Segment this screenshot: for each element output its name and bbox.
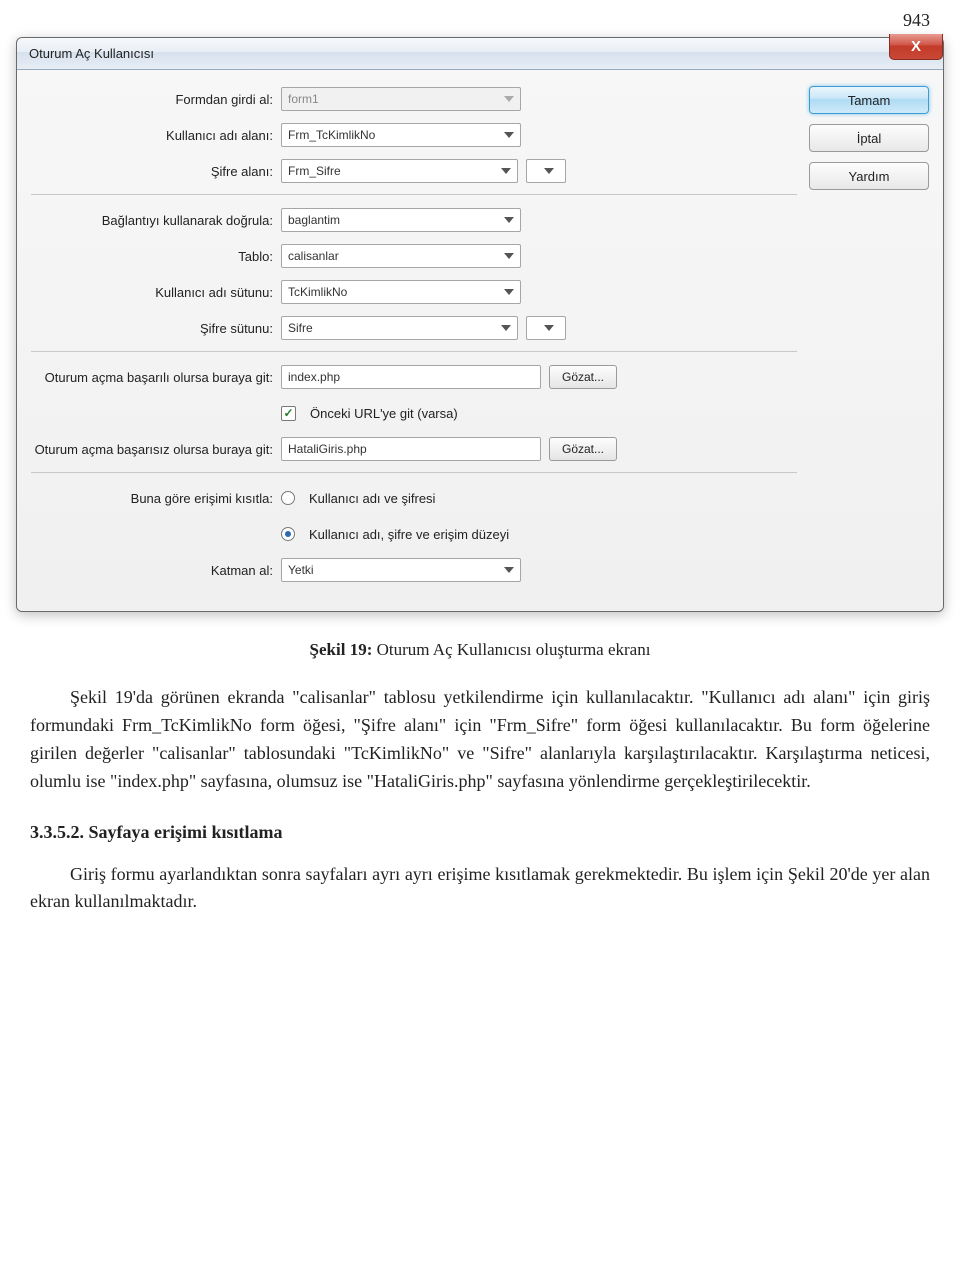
separator [31, 351, 797, 352]
pass-field-select[interactable]: Frm_Sifre [281, 159, 518, 183]
close-button[interactable]: X [889, 34, 943, 60]
caption-prefix: Şekil 19: [310, 640, 373, 659]
chevron-down-icon [544, 168, 554, 174]
chevron-down-icon [504, 96, 514, 102]
chevron-down-icon [544, 325, 554, 331]
success-url-input[interactable]: index.php [281, 365, 541, 389]
success-url-value: index.php [288, 370, 340, 384]
login-user-dialog: Oturum Aç Kullanıcısı X Formdan girdi al… [16, 37, 944, 612]
chevron-down-icon [501, 325, 511, 331]
fail-url-input[interactable]: HataliGiris.php [281, 437, 541, 461]
para1-text: Şekil 19'da görünen ekranda "calisanlar"… [30, 687, 930, 791]
figure-caption: Şekil 19: Oturum Aç Kullanıcısı oluşturm… [0, 640, 960, 660]
label-restrict: Buna göre erişimi kısıtla: [31, 491, 281, 506]
label-connection: Bağlantıyı kullanarak doğrula: [31, 213, 281, 228]
restrict-radio1-label: Kullanıcı adı ve şifresi [309, 491, 435, 506]
table-select[interactable]: calisanlar [281, 244, 521, 268]
restrict-radio-user-pass[interactable] [281, 491, 295, 505]
chevron-down-icon [504, 132, 514, 138]
label-table: Tablo: [31, 249, 281, 264]
connection-value: baglantim [288, 213, 340, 227]
titlebar[interactable]: Oturum Aç Kullanıcısı X [17, 38, 943, 70]
label-user-field: Kullanıcı adı alanı: [31, 128, 281, 143]
label-user-column: Kullanıcı adı sütunu: [31, 285, 281, 300]
check-icon: ✓ [283, 407, 293, 419]
label-success-redirect: Oturum açma başarılı olursa buraya git: [31, 370, 281, 385]
color-swatch[interactable] [526, 159, 566, 183]
level-select[interactable]: Yetki [281, 558, 521, 582]
chevron-down-icon [501, 168, 511, 174]
paragraph-1: Şekil 19'da görünen ekranda "calisanlar"… [0, 684, 960, 796]
pass-column-select[interactable]: Sifre [281, 316, 518, 340]
chevron-down-icon [504, 253, 514, 259]
para2-text: Giriş formu ayarlandıktan sonra sayfalar… [30, 864, 930, 912]
user-column-select[interactable]: TcKimlikNo [281, 280, 521, 304]
paragraph-2: Giriş formu ayarlandıktan sonra sayfalar… [0, 861, 960, 917]
label-form-source: Formdan girdi al: [31, 92, 281, 107]
restrict-radio2-label: Kullanıcı adı, şifre ve erişim düzeyi [309, 527, 509, 542]
connection-select[interactable]: baglantim [281, 208, 521, 232]
separator [31, 194, 797, 195]
label-level: Katman al: [31, 563, 281, 578]
user-column-value: TcKimlikNo [288, 285, 347, 299]
user-field-value: Frm_TcKimlikNo [288, 128, 375, 142]
section-heading: 3.3.5.2. Sayfaya erişimi kısıtlama [0, 822, 960, 843]
help-button[interactable]: Yardım [809, 162, 929, 190]
close-icon: X [911, 39, 921, 54]
browse-fail-button[interactable]: Gözat... [549, 437, 617, 461]
chevron-down-icon [504, 567, 514, 573]
prev-url-checkbox[interactable]: ✓ [281, 406, 296, 421]
dialog-title: Oturum Aç Kullanıcısı [29, 46, 154, 61]
browse-success-button[interactable]: Gözat... [549, 365, 617, 389]
label-pass-field: Şifre alanı: [31, 164, 281, 179]
table-value: calisanlar [288, 249, 339, 263]
cancel-button[interactable]: İptal [809, 124, 929, 152]
level-value: Yetki [288, 563, 314, 577]
color-swatch[interactable] [526, 316, 566, 340]
chevron-down-icon [504, 289, 514, 295]
label-pass-column: Şifre sütunu: [31, 321, 281, 336]
pass-column-value: Sifre [288, 321, 313, 335]
form-source-value: form1 [288, 92, 319, 106]
fail-url-value: HataliGiris.php [288, 442, 367, 456]
restrict-radio-user-pass-level[interactable] [281, 527, 295, 541]
prev-url-label: Önceki URL'ye git (varsa) [310, 406, 458, 421]
form-source-select[interactable]: form1 [281, 87, 521, 111]
user-field-select[interactable]: Frm_TcKimlikNo [281, 123, 521, 147]
label-fail-redirect: Oturum açma başarısız olursa buraya git: [31, 442, 281, 457]
caption-text: Oturum Aç Kullanıcısı oluşturma ekranı [372, 640, 650, 659]
chevron-down-icon [504, 217, 514, 223]
page-number: 943 [0, 0, 960, 37]
separator [31, 472, 797, 473]
ok-button[interactable]: Tamam [809, 86, 929, 114]
pass-field-value: Frm_Sifre [288, 164, 341, 178]
